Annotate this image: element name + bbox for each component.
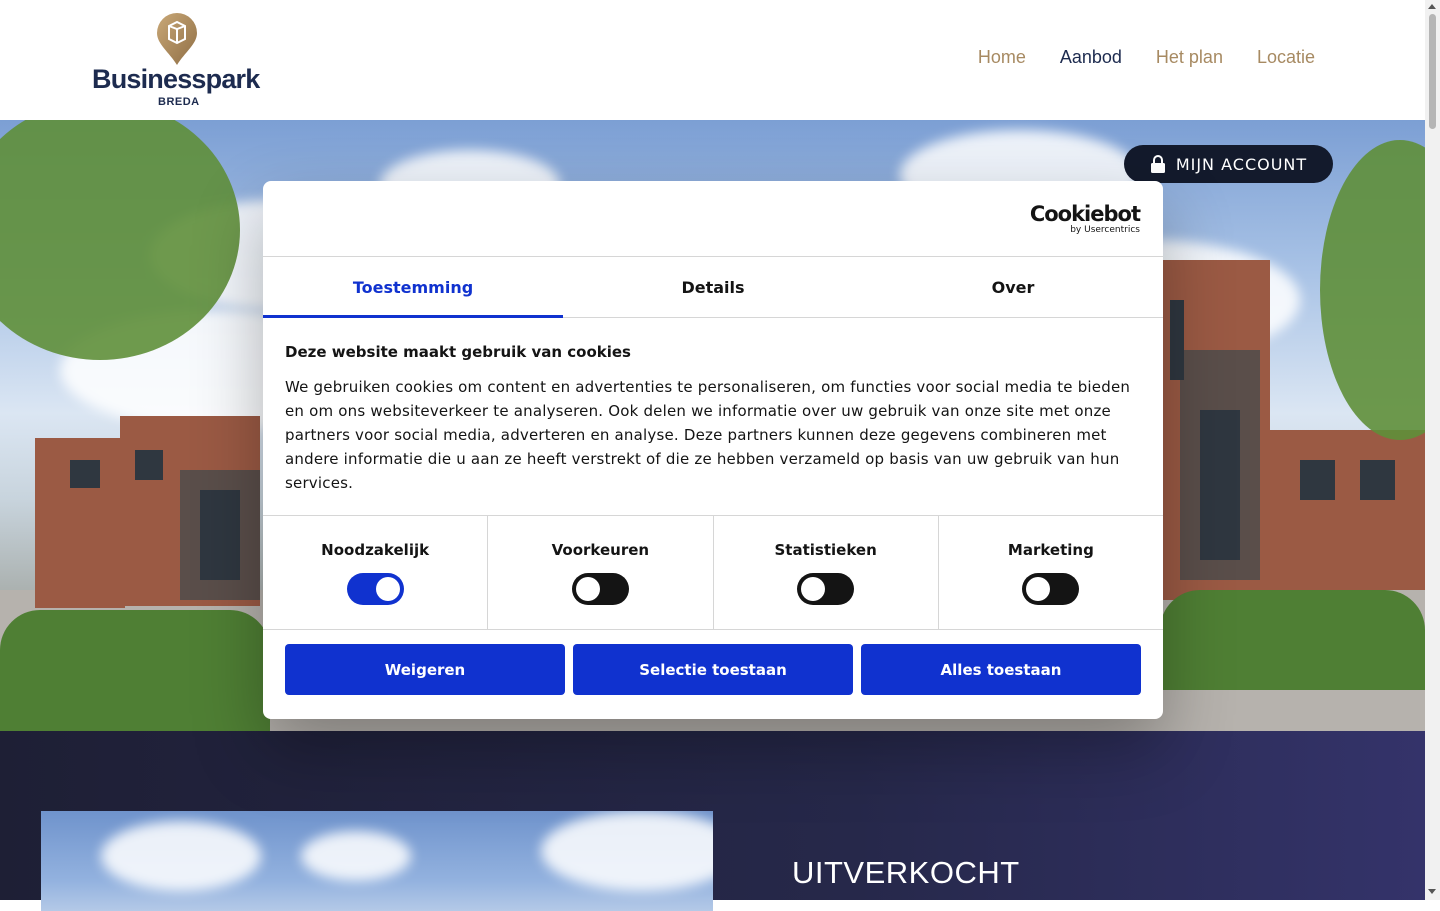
logo-subtitle: BREDA	[158, 96, 200, 108]
toggle-label-noodzakelijk: Noodzakelijk	[321, 541, 430, 559]
toggle-cell-marketing: Marketing	[939, 516, 1163, 629]
allow-all-button[interactable]: Alles toestaan	[861, 644, 1141, 695]
tab-details[interactable]: Details	[563, 257, 863, 317]
my-account-label: MIJN ACCOUNT	[1175, 154, 1308, 174]
site-header: Businesspark BREDA Home Aanbod Het plan …	[0, 0, 1425, 120]
my-account-button[interactable]: MIJN ACCOUNT	[1124, 145, 1333, 183]
allow-selection-button[interactable]: Selectie toestaan	[573, 644, 853, 695]
dialog-header: Cookiebot by Usercentrics	[263, 181, 1163, 257]
toggle-knob	[801, 577, 826, 601]
toggle-label-statistieken: Statistieken	[774, 541, 877, 559]
main-nav: Home Aanbod Het plan Locatie	[978, 47, 1315, 68]
toggle-label-marketing: Marketing	[1007, 541, 1094, 559]
content-section: UITVERKOCHT	[0, 731, 1425, 911]
toggle-knob	[575, 577, 600, 601]
scroll-down-arrow-icon[interactable]	[1428, 889, 1436, 894]
toggle-knob	[375, 577, 400, 601]
site-logo[interactable]: Businesspark BREDA	[92, 12, 267, 112]
logo-wordmark: Businesspark	[92, 64, 260, 94]
cookiebot-logo: Cookiebot by Usercentrics	[1029, 202, 1141, 235]
toggle-cell-noodzakelijk: Noodzakelijk	[263, 516, 489, 629]
dialog-tabs: Toestemming Details Over	[263, 257, 1163, 318]
map-pin-icon	[157, 13, 197, 65]
consent-toggles: Noodzakelijk Voorkeuren Statistieken Mar…	[263, 515, 1163, 630]
section-title: UITVERKOCHT	[792, 855, 1020, 890]
toggle-cell-voorkeuren: Voorkeuren	[488, 516, 714, 629]
dialog-text: We gebruiken cookies om content en adver…	[285, 378, 1131, 492]
toggle-cell-statistieken: Statistieken	[714, 516, 939, 629]
toggle-voorkeuren[interactable]	[571, 573, 629, 605]
toggle-knob	[1026, 577, 1051, 601]
dialog-body: Deze website maakt gebruik van cookies W…	[285, 341, 1141, 495]
toggle-marketing[interactable]	[1022, 573, 1080, 605]
toggle-noodzakelijk[interactable]	[346, 573, 404, 605]
nav-home[interactable]: Home	[978, 47, 1026, 68]
nav-aanbod[interactable]: Aanbod	[1060, 47, 1122, 68]
project-image	[41, 811, 713, 911]
decline-button[interactable]: Weigeren	[285, 644, 565, 695]
dialog-heading: Deze website maakt gebruik van cookies	[285, 343, 631, 361]
cookiebot-wordmark: Cookiebot	[1029, 202, 1141, 226]
cookiebot-byline: by Usercentrics	[1070, 225, 1140, 235]
lock-icon	[1150, 155, 1165, 173]
nav-locatie[interactable]: Locatie	[1257, 47, 1315, 68]
nav-het-plan[interactable]: Het plan	[1156, 47, 1223, 68]
cookie-consent-dialog: Cookiebot by Usercentrics Toestemming De…	[263, 181, 1163, 719]
toggle-label-voorkeuren: Voorkeuren	[551, 541, 650, 559]
scroll-thumb[interactable]	[1429, 14, 1436, 129]
tab-toestemming[interactable]: Toestemming	[263, 257, 563, 318]
scroll-up-arrow-icon[interactable]	[1428, 4, 1436, 9]
dialog-buttons: Weigeren Selectie toestaan Alles toestaa…	[285, 644, 1141, 695]
toggle-statistieken[interactable]	[797, 573, 855, 605]
tab-over[interactable]: Over	[863, 257, 1163, 317]
page-scrollbar[interactable]	[1425, 0, 1440, 900]
